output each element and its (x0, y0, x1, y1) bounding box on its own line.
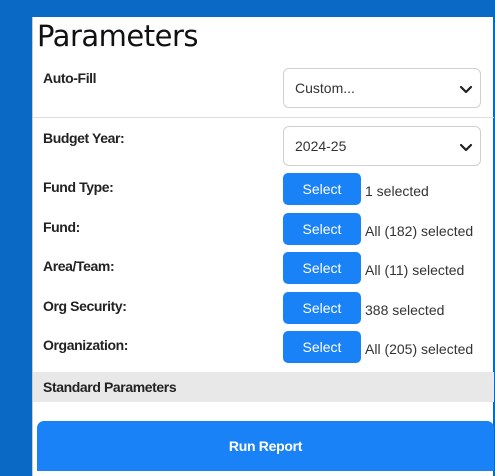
standard-parameters-label: Standard Parameters (43, 379, 177, 395)
budget-year-value: 2024-25 (295, 138, 347, 154)
budget-year-label: Budget Year: (43, 130, 125, 146)
org-security-select-button[interactable]: Select (283, 292, 361, 324)
organization-select-button[interactable]: Select (283, 331, 361, 363)
auto-fill-label: Auto-Fill (43, 70, 97, 86)
fund-type-label: Fund Type: (43, 179, 114, 195)
area-team-status: All (11) selected (365, 262, 465, 278)
fund-status: All (182) selected (365, 223, 474, 239)
fund-type-select-button[interactable]: Select (283, 173, 361, 205)
page-title: Parameters (37, 19, 199, 53)
fund-label: Fund: (43, 219, 80, 235)
auto-fill-value: Custom... (295, 80, 355, 96)
parameters-panel: Parameters Auto-Fill Custom... Budget Ye… (32, 17, 494, 476)
auto-fill-select[interactable]: Custom... (283, 68, 481, 108)
fund-select-button[interactable]: Select (283, 213, 361, 245)
organization-status: All (205) selected (365, 341, 474, 357)
budget-year-select[interactable]: 2024-25 (283, 126, 481, 166)
area-team-label: Area/Team: (43, 258, 115, 274)
section-divider (33, 117, 494, 118)
org-security-status: 388 selected (365, 302, 445, 318)
chevron-down-icon (459, 143, 473, 152)
area-team-select-button[interactable]: Select (283, 252, 361, 284)
standard-parameters-header[interactable]: Standard Parameters (33, 372, 494, 402)
organization-label: Organization: (43, 337, 129, 353)
org-security-label: Org Security: (43, 298, 127, 314)
fund-type-status: 1 selected (365, 183, 429, 199)
chevron-down-icon (459, 85, 473, 94)
run-report-button[interactable]: Run Report (37, 421, 494, 471)
